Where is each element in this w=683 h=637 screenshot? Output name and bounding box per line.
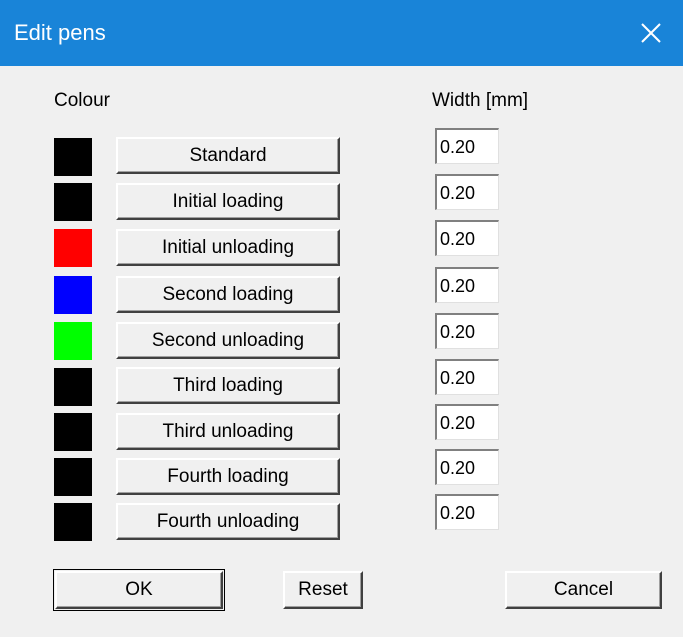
pen-button-third-unloading[interactable]: Third unloading	[116, 413, 340, 450]
pen-colour-swatch-second-loading[interactable]	[54, 276, 92, 314]
width-field-initial-loading[interactable]	[435, 174, 499, 210]
width-field-fourth-loading[interactable]	[435, 449, 499, 485]
colour-header: Colour	[54, 90, 110, 111]
pen-button-fourth-unloading[interactable]: Fourth unloading	[116, 503, 340, 540]
pen-colour-swatch-second-unloading[interactable]	[54, 322, 92, 360]
cancel-button[interactable]: Cancel	[505, 571, 662, 609]
ok-button[interactable]: OK	[55, 571, 223, 609]
pen-colour-swatch-fourth-loading[interactable]	[54, 458, 92, 496]
pen-colour-swatch-third-loading[interactable]	[54, 368, 92, 406]
dialog-title: Edit pens	[14, 20, 106, 45]
close-icon	[641, 23, 661, 43]
pen-button-standard[interactable]: Standard	[116, 137, 340, 174]
pen-button-third-loading[interactable]: Third loading	[116, 367, 340, 404]
pen-colour-swatch-third-unloading[interactable]	[54, 413, 92, 451]
pen-colour-swatch-standard[interactable]	[54, 138, 92, 176]
edit-pens-dialog: Edit pens Colour Width [mm] Standard Ini…	[0, 0, 683, 637]
reset-button[interactable]: Reset	[283, 571, 363, 609]
pen-button-initial-unloading[interactable]: Initial unloading	[116, 229, 340, 266]
close-button[interactable]	[619, 0, 683, 66]
dialog-body: Colour Width [mm] Standard Initial loadi…	[0, 66, 683, 637]
width-field-initial-unloading[interactable]	[435, 220, 499, 256]
pen-button-fourth-loading[interactable]: Fourth loading	[116, 458, 340, 495]
pen-colour-swatch-fourth-unloading[interactable]	[54, 503, 92, 541]
width-field-third-unloading[interactable]	[435, 404, 499, 440]
pen-button-second-loading[interactable]: Second loading	[116, 276, 340, 313]
pen-colour-swatch-initial-loading[interactable]	[54, 183, 92, 221]
pen-colour-swatch-initial-unloading[interactable]	[54, 229, 92, 267]
pen-button-initial-loading[interactable]: Initial loading	[116, 183, 340, 220]
width-field-second-unloading[interactable]	[435, 313, 499, 349]
width-field-third-loading[interactable]	[435, 359, 499, 395]
width-header: Width [mm]	[432, 90, 529, 111]
width-field-standard[interactable]	[435, 128, 499, 164]
width-field-fourth-unloading[interactable]	[435, 494, 499, 530]
width-field-second-loading[interactable]	[435, 267, 499, 303]
title-bar: Edit pens	[0, 0, 683, 66]
pen-button-second-unloading[interactable]: Second unloading	[116, 322, 340, 359]
